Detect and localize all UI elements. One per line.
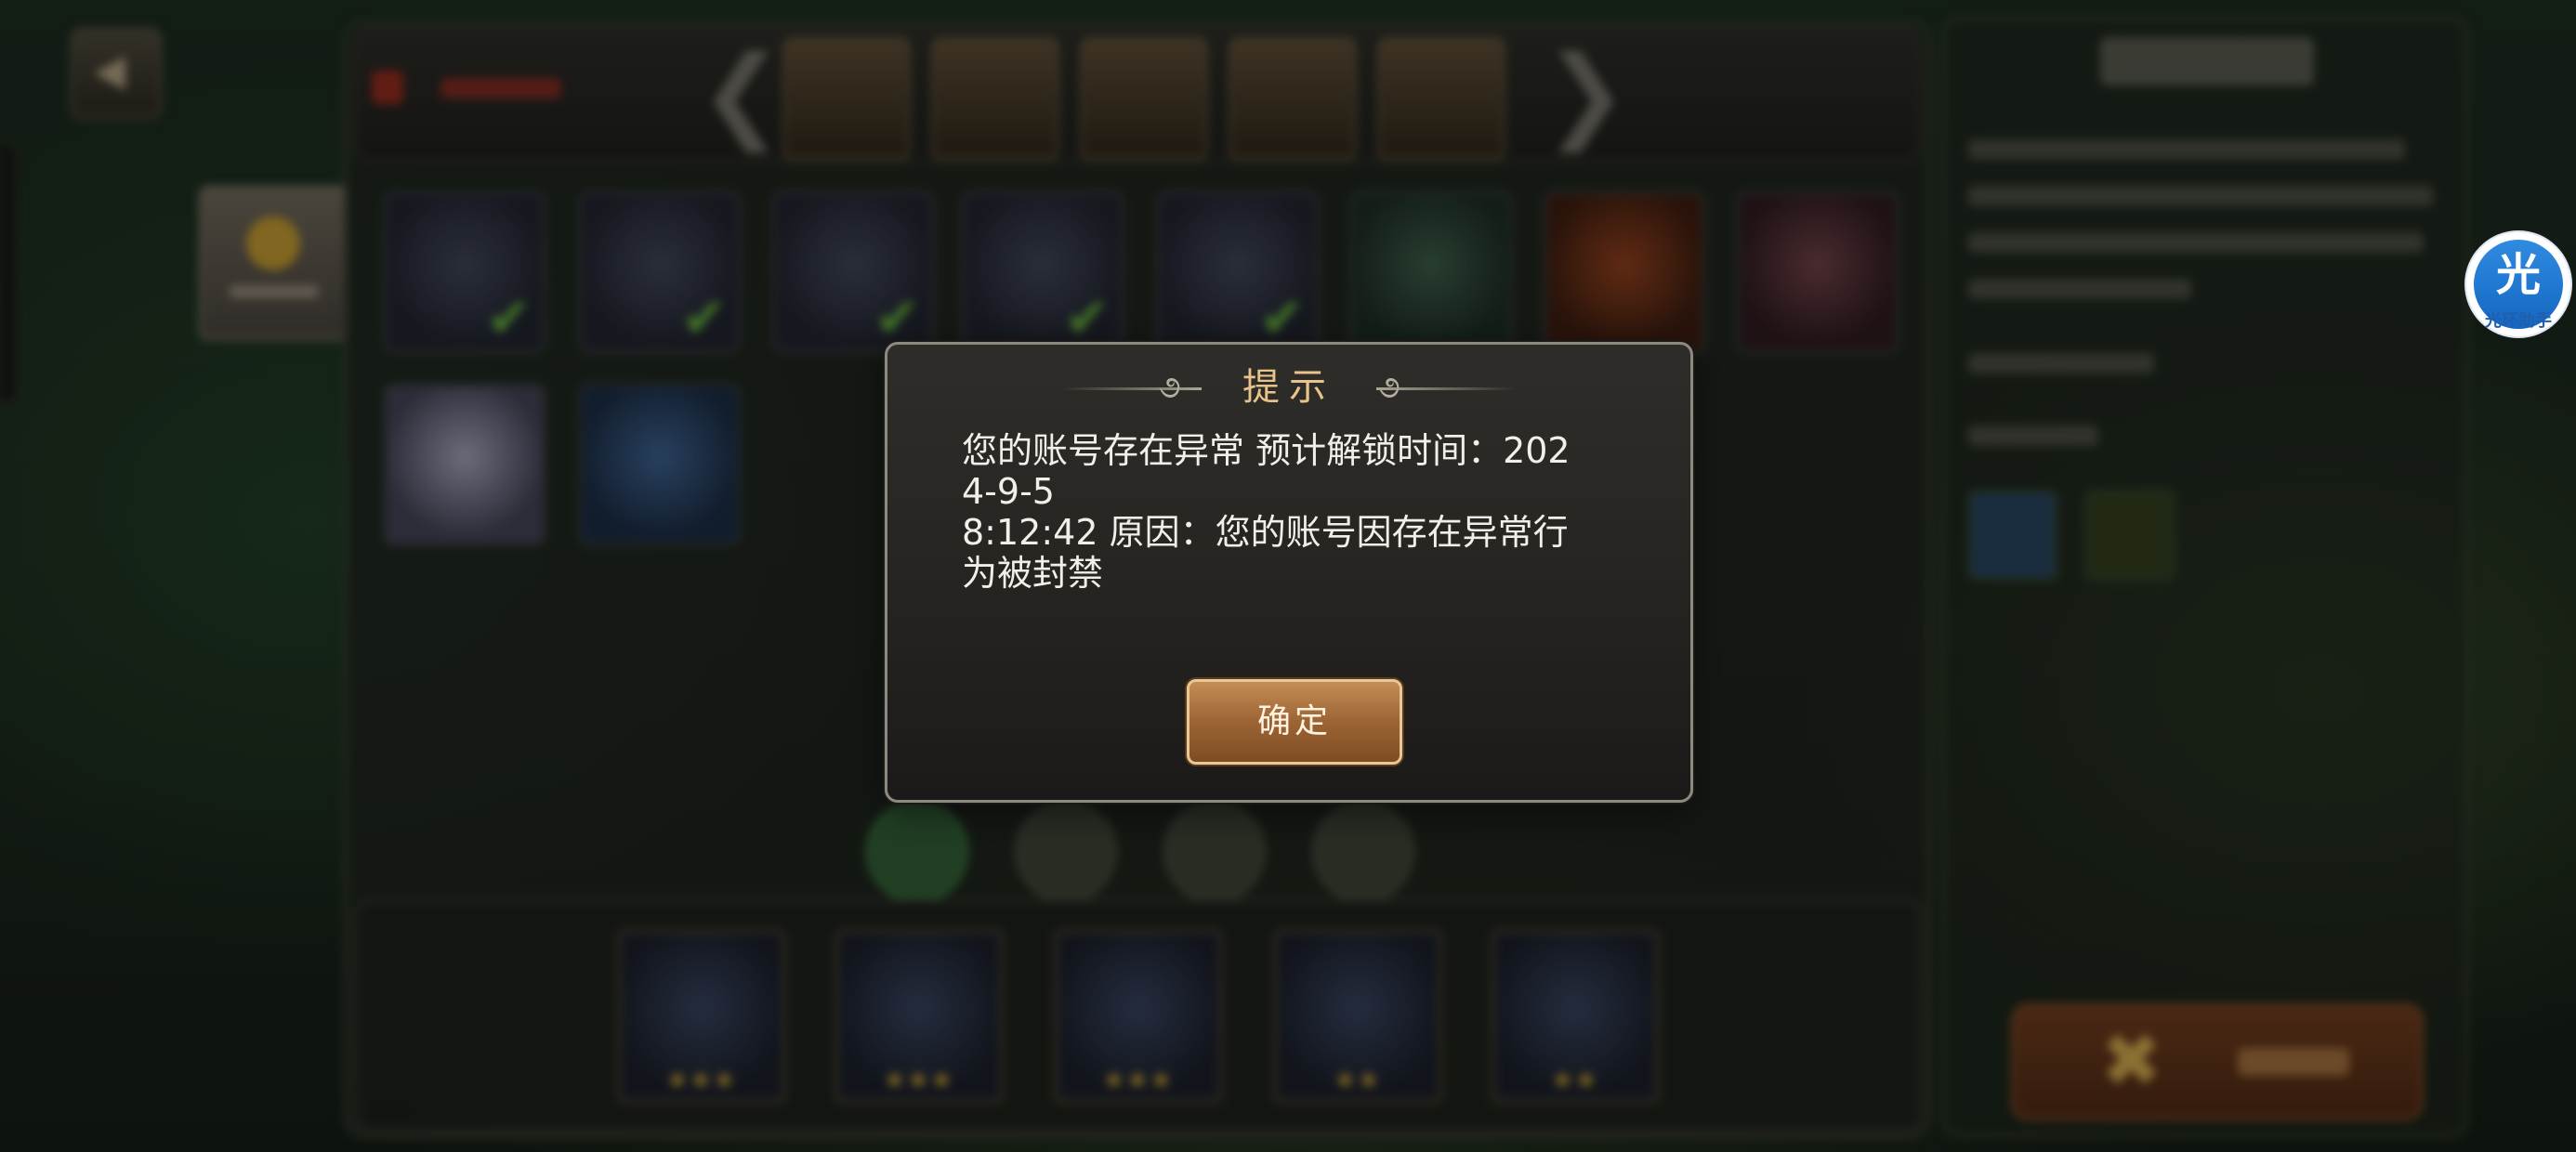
helper-caption: 光环助手 <box>2485 311 2552 331</box>
helper-badge[interactable]: 光 光环助手 <box>2466 232 2570 336</box>
title-ornament-right <box>1376 387 1516 390</box>
dialog-title: 提示 <box>1242 366 1335 409</box>
helper-logo-icon: 光 <box>2495 249 2541 301</box>
dialog-message: 您的账号存在异常 预计解锁时间：202 4-9-5 8:12:42 原因：您的账… <box>962 430 1571 594</box>
alert-dialog: ૭ 提示 ૭ 您的账号存在异常 预计解锁时间：202 4-9-5 8:12:42… <box>885 342 1693 803</box>
confirm-button[interactable]: 确定 <box>1187 679 1402 765</box>
confirm-button-label: 确定 <box>1256 702 1332 740</box>
